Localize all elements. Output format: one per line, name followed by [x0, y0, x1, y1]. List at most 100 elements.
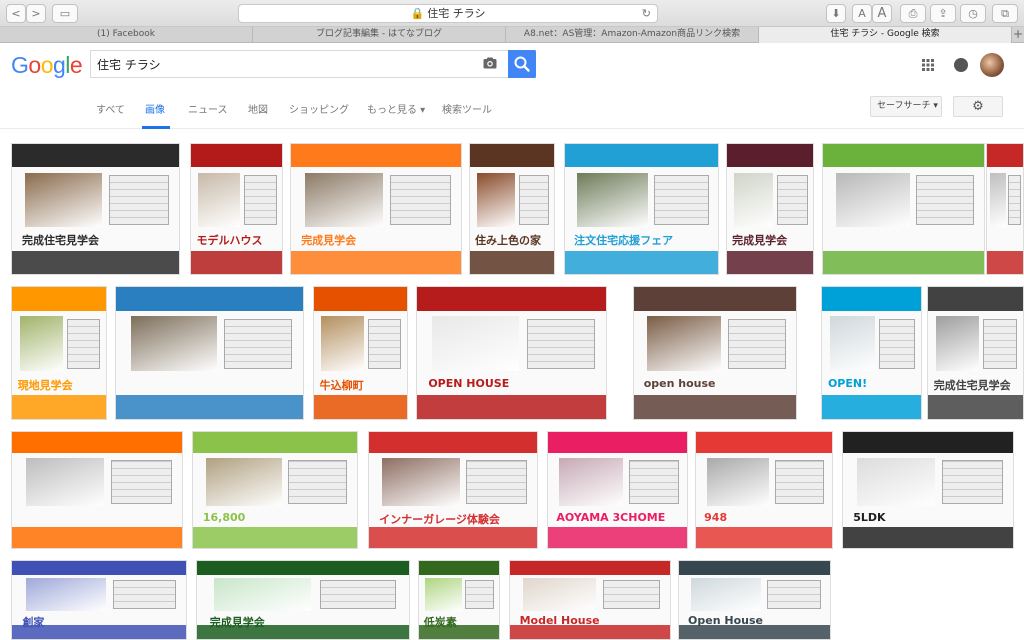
flyer-footer	[822, 395, 921, 419]
back-button[interactable]: <	[6, 4, 26, 23]
flyer-title: 注文住宅応援フェア	[574, 234, 674, 248]
floor-plan	[110, 459, 172, 504]
image-result[interactable]: 住み上色の家	[469, 143, 555, 275]
tab-maps[interactable]: 地図	[248, 101, 268, 116]
image-result[interactable]: 創家	[11, 560, 187, 640]
lock-icon: 🔒	[410, 7, 425, 20]
flyer-title: 牛込柳町	[319, 378, 364, 392]
tab-hatena-blog[interactable]: ブログ記事編集 - はてなブログ	[253, 27, 506, 43]
image-result[interactable]: 注文住宅応援フェア	[564, 143, 719, 275]
image-result[interactable]: open house	[633, 286, 797, 420]
apps-grid-icon[interactable]	[922, 59, 934, 71]
tab-shopping[interactable]: ショッピング	[289, 101, 349, 116]
house-photo	[25, 457, 104, 507]
history-button[interactable]: ◷	[960, 4, 986, 23]
flyer-header	[470, 144, 554, 168]
image-result[interactable]: 完成見学会	[196, 560, 410, 640]
floor-plan	[319, 579, 397, 610]
image-result[interactable]: 牛込柳町	[313, 286, 408, 420]
safe-search-button[interactable]: セーフサーチ ▾	[870, 96, 942, 117]
flyer-title: 低炭素	[423, 616, 457, 630]
house-photo	[382, 457, 460, 507]
house-photo	[577, 172, 648, 228]
image-result[interactable]: 完成見学会	[726, 143, 814, 275]
flyer-header	[417, 287, 606, 311]
tab-more[interactable]: もっと見る ▾	[367, 101, 425, 116]
notifications-icon[interactable]	[954, 58, 968, 72]
flyer-footer	[634, 395, 796, 419]
flyer-title: 完成見学会	[209, 616, 265, 630]
house-photo	[198, 172, 241, 228]
image-result[interactable]: AOYAMA 3CHOME	[547, 431, 688, 549]
forward-button[interactable]: >	[26, 4, 46, 23]
image-result[interactable]: 現地見学会	[11, 286, 107, 420]
flyer-footer	[843, 527, 1013, 548]
image-result[interactable]: 完成住宅見学会	[927, 286, 1024, 420]
image-result[interactable]: インナーガレージ体験会	[368, 431, 538, 549]
flyer-footer	[12, 527, 182, 548]
image-result[interactable]	[986, 143, 1024, 275]
search-box	[90, 50, 536, 78]
tab-search-tools[interactable]: 検索ツール	[442, 101, 492, 116]
flyer-title: モデルハウス	[196, 234, 263, 248]
image-result[interactable]: 948	[695, 431, 833, 549]
flyer-header	[12, 287, 106, 311]
search-input[interactable]	[97, 54, 467, 74]
download-button[interactable]: ⬇	[826, 4, 846, 23]
tab-a8net[interactable]: A8.net：AS管理：Amazon-Amazon商品リンク検索	[506, 27, 759, 43]
flyer-header	[822, 287, 921, 311]
house-photo	[432, 316, 520, 372]
flyer-header	[12, 432, 182, 453]
address-bar[interactable]: 🔒 住宅 チラシ ↻	[238, 4, 658, 23]
image-result[interactable]: 完成見学会	[290, 143, 462, 275]
image-result[interactable]	[115, 286, 304, 420]
text-smaller-button[interactable]: A	[852, 4, 872, 23]
flyer-header	[565, 144, 718, 168]
house-photo	[206, 457, 282, 507]
image-result[interactable]: 16,800	[192, 431, 358, 549]
image-result[interactable]: OPEN HOUSE	[416, 286, 607, 420]
new-tab-button[interactable]: +	[1012, 27, 1024, 42]
image-result[interactable]: Model House	[509, 560, 671, 640]
tab-news[interactable]: ニュース	[188, 101, 228, 116]
image-result[interactable]: Open House	[678, 560, 831, 640]
floor-plan	[518, 175, 549, 225]
flyer-title: Open House	[688, 614, 763, 628]
image-result[interactable]: 低炭素	[418, 560, 500, 640]
floor-plan	[465, 579, 495, 610]
house-photo	[213, 578, 312, 611]
image-results: 完成住宅見学会 モデルハウス 完成見学会 住み上色の家 注文住宅応援フェア 完成見学会 現地…	[0, 129, 1024, 640]
google-logo[interactable]: Google	[11, 52, 83, 79]
flyer-header	[928, 287, 1023, 311]
settings-button[interactable]: ⚙	[953, 96, 1003, 117]
flyer-footer	[679, 624, 830, 639]
show-tabs-button[interactable]: ⧉	[992, 4, 1018, 23]
flyer-title: 現地見学会	[17, 378, 73, 392]
tab-google-search[interactable]: 住宅 チラシ - Google 検索	[759, 27, 1012, 43]
text-larger-button[interactable]: A	[872, 4, 892, 23]
sidebar-button[interactable]: ▭	[52, 4, 78, 23]
print-button[interactable]: ⎙	[900, 4, 926, 23]
tab-images[interactable]: 画像	[145, 101, 165, 116]
image-result[interactable]	[11, 431, 183, 549]
search-button[interactable]	[508, 50, 536, 78]
flyer-footer	[565, 250, 718, 274]
floor-plan	[224, 318, 292, 369]
reload-icon[interactable]: ↻	[642, 5, 651, 22]
camera-icon[interactable]	[483, 57, 497, 69]
image-result[interactable]: モデルハウス	[190, 143, 283, 275]
flyer-footer	[193, 527, 357, 548]
flyer-title: 948	[704, 510, 728, 524]
tab-facebook[interactable]: (1) Facebook	[0, 27, 253, 43]
avatar[interactable]	[980, 53, 1004, 77]
floor-plan	[108, 175, 169, 225]
tab-all[interactable]: すべて	[96, 101, 125, 116]
floor-plan	[727, 318, 787, 369]
share-button[interactable]: ⇪	[930, 4, 956, 23]
image-result[interactable]	[822, 143, 985, 275]
image-result[interactable]: OPEN!	[821, 286, 922, 420]
floor-plan	[879, 318, 916, 369]
image-result[interactable]: 5LDK	[842, 431, 1014, 549]
image-result[interactable]: 完成住宅見学会	[11, 143, 180, 275]
logo-letter: G	[11, 52, 29, 78]
